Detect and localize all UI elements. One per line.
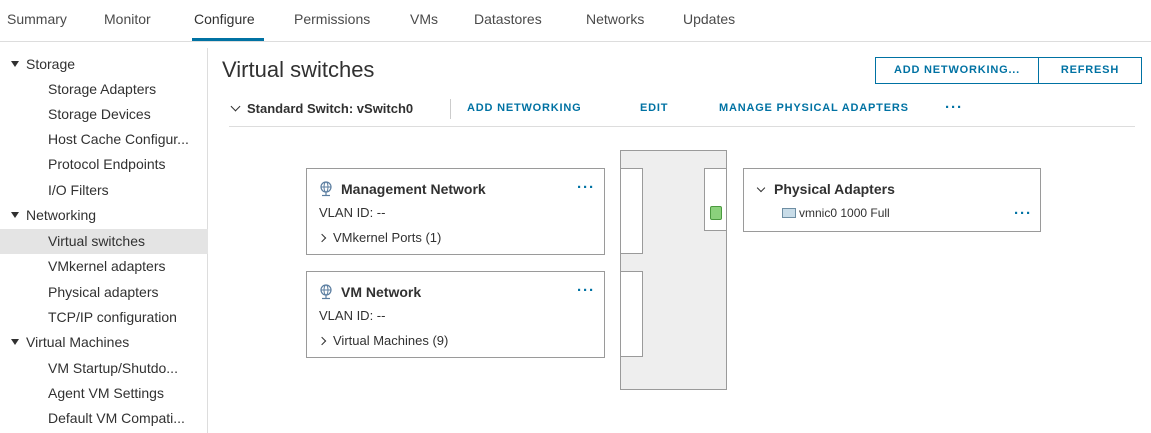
uplink-port xyxy=(704,168,727,231)
port-group-detail: VMkernel Ports (1) xyxy=(333,230,442,245)
physical-adapters-card[interactable]: Physical Adapters vmnic0 1000 Full ··· xyxy=(743,168,1041,232)
globe-icon xyxy=(320,284,332,300)
globe-icon xyxy=(320,181,332,197)
uplink-status-icon xyxy=(710,206,722,220)
port-group-title: VM Network xyxy=(319,284,421,300)
chevron-right-icon xyxy=(317,233,327,243)
physical-nic-entry[interactable]: vmnic0 1000 Full xyxy=(782,206,890,220)
port-group-detail: Virtual Machines (9) xyxy=(333,333,449,348)
port-group-more-actions[interactable]: ··· xyxy=(577,180,595,195)
physical-adapters-title: Physical Adapters xyxy=(774,181,895,197)
port-group-card-vm-network[interactable]: VM Network ··· VLAN ID: -- Virtual Machi… xyxy=(306,271,605,358)
virtual-machines-toggle[interactable]: Virtual Machines (9) xyxy=(317,333,449,348)
port-group-more-actions[interactable]: ··· xyxy=(577,283,595,298)
port-group-port xyxy=(620,271,643,357)
physical-nic-label: vmnic0 1000 Full xyxy=(799,206,890,220)
port-group-name: Management Network xyxy=(341,181,486,197)
chevron-right-icon xyxy=(317,336,327,346)
physical-adapter-more-actions[interactable]: ··· xyxy=(1014,206,1032,221)
port-group-name: VM Network xyxy=(341,284,422,300)
physical-adapters-toggle[interactable]: Physical Adapters xyxy=(756,181,895,197)
port-group-port xyxy=(620,168,643,254)
port-group-title: Management Network xyxy=(319,181,486,197)
vmkernel-ports-toggle[interactable]: VMkernel Ports (1) xyxy=(317,230,442,245)
chevron-down-icon xyxy=(756,183,766,193)
port-group-card-management[interactable]: Management Network ··· VLAN ID: -- VMker… xyxy=(306,168,605,255)
network-card-icon xyxy=(782,208,796,218)
vlan-id: VLAN ID: -- xyxy=(319,308,386,323)
vlan-id: VLAN ID: -- xyxy=(319,205,386,220)
